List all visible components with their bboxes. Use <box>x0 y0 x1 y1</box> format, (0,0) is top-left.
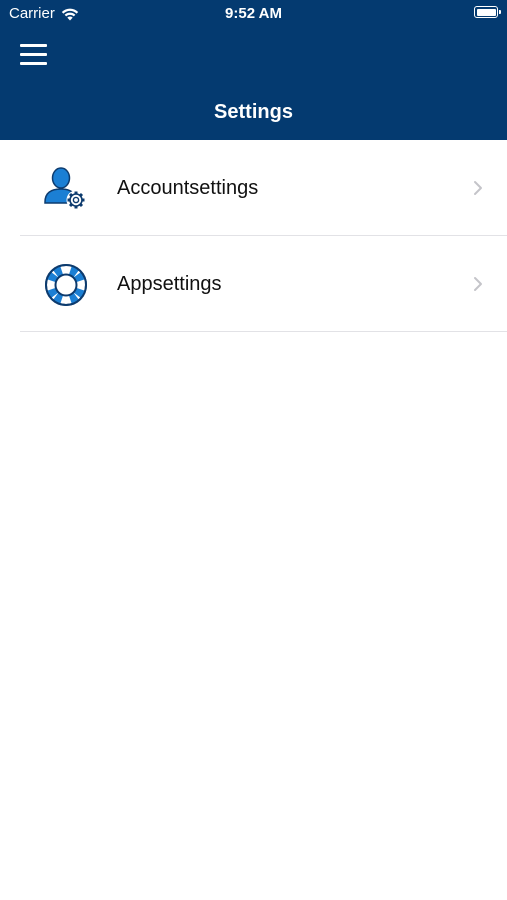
user-gear-icon <box>44 167 86 210</box>
list-item-account-settings[interactable]: Accountsettings <box>0 140 507 236</box>
divider <box>20 331 507 332</box>
hamburger-menu-icon[interactable] <box>18 40 50 70</box>
app-settings-label: Appsettings <box>117 273 222 295</box>
status-bar: Carrier 9:52 AM <box>0 0 507 28</box>
page-title: Settings <box>214 101 293 123</box>
account-settings-label: Accountsettings <box>117 177 259 199</box>
lifebuoy-icon <box>45 264 87 306</box>
chevron-right-icon <box>474 277 482 291</box>
battery-icon <box>474 6 501 18</box>
battery-level <box>476 8 496 16</box>
list-item-app-settings[interactable]: Appsettings <box>0 236 507 332</box>
settings-screen: Carrier 9:52 AM Settings Accountsettings… <box>0 0 507 900</box>
navigation-header: Carrier 9:52 AM Settings <box>0 0 507 140</box>
chevron-right-icon <box>474 181 482 195</box>
status-time: 9:52 AM <box>225 5 282 22</box>
settings-list: Accountsettings Appsettings <box>0 140 507 332</box>
